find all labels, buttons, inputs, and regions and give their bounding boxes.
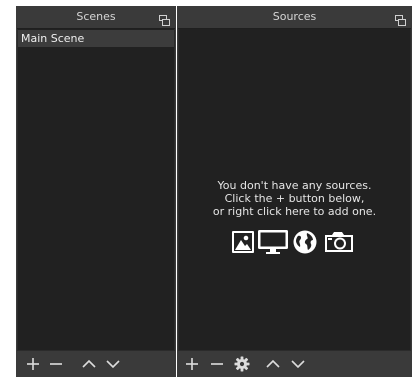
- move-source-down-button[interactable]: [289, 355, 307, 373]
- move-scene-up-button[interactable]: [80, 355, 98, 373]
- scenes-title: Scenes: [76, 10, 116, 23]
- empty-line-2: Click the + button below,: [224, 192, 365, 205]
- sources-toolbar: [178, 350, 411, 377]
- move-down-icon: [291, 360, 305, 369]
- remove-icon: [50, 363, 62, 365]
- scene-item-main-scene[interactable]: Main Scene: [18, 30, 174, 47]
- empty-line-3: or right click here to add one.: [212, 205, 377, 218]
- remove-source-button[interactable]: [208, 355, 226, 373]
- scene-item-label: Main Scene: [21, 32, 85, 45]
- add-source-button[interactable]: [183, 355, 201, 373]
- source-properties-button[interactable]: [233, 355, 251, 373]
- remove-icon: [211, 363, 223, 365]
- move-scene-down-button[interactable]: [104, 355, 122, 373]
- add-icon: [186, 358, 198, 370]
- move-up-icon: [266, 359, 280, 368]
- empty-line-1: You don't have any sources.: [217, 179, 372, 192]
- move-up-icon: [82, 359, 96, 368]
- sources-empty-message: You don't have any sources. Click the + …: [179, 179, 410, 218]
- undock-icon[interactable]: [395, 11, 406, 26]
- remove-scene-button[interactable]: [47, 355, 65, 373]
- sources-title-bar[interactable]: Sources: [178, 6, 411, 29]
- scenes-list[interactable]: Main Scene: [18, 29, 174, 351]
- source-type-icons: [231, 229, 361, 257]
- scenes-toolbar: [17, 350, 175, 377]
- sources-title: Sources: [272, 10, 317, 23]
- scenes-dock: Scenes Main Scene: [16, 6, 176, 377]
- gear-icon: [234, 356, 250, 372]
- move-down-icon: [106, 360, 120, 369]
- add-icon: [27, 358, 39, 370]
- display-icon: [257, 229, 289, 259]
- add-scene-button[interactable]: [24, 355, 42, 373]
- sources-dock: Sources You don't have any sources. Clic…: [177, 6, 412, 377]
- camera-icon: [323, 229, 355, 259]
- move-source-up-button[interactable]: [264, 355, 282, 373]
- sources-list[interactable]: You don't have any sources. Click the + …: [179, 29, 410, 351]
- globe-icon: [292, 229, 318, 259]
- undock-icon[interactable]: [159, 11, 170, 26]
- obs-docks: Scenes Main Scene Sources You don't have…: [0, 0, 416, 377]
- image-icon: [231, 229, 255, 259]
- scenes-title-bar[interactable]: Scenes: [17, 6, 175, 29]
